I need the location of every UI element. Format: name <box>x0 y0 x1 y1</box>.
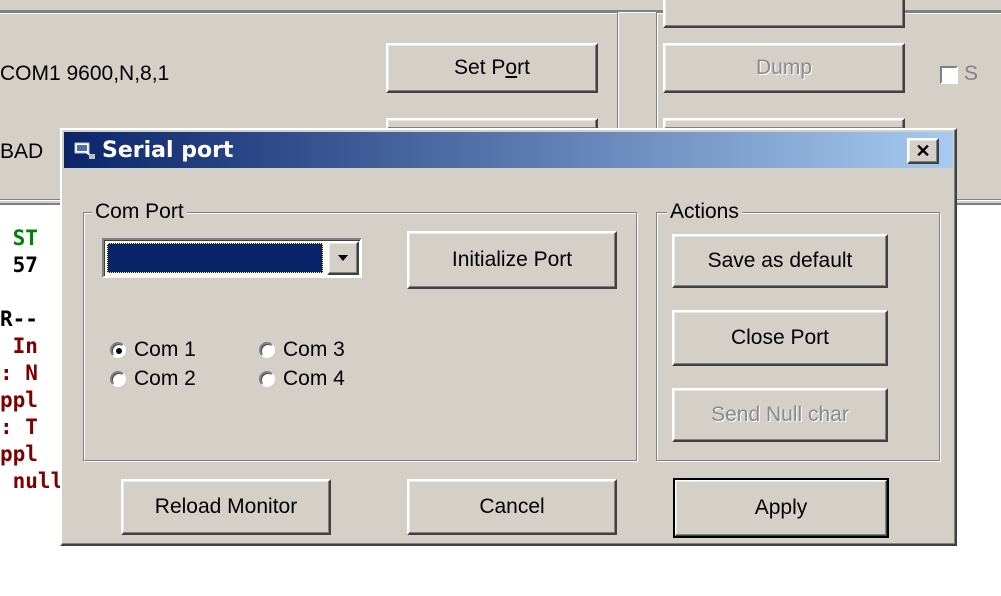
dialog-title: Serial port <box>102 137 234 163</box>
set-port-label: Set Port <box>454 56 530 79</box>
radio-com2[interactable]: Com 2 <box>110 367 196 391</box>
chevron-down-icon <box>338 255 348 261</box>
radio-com2-label: Com 2 <box>134 367 196 390</box>
radio-com4[interactable]: Com 4 <box>259 367 345 391</box>
dump-button: Dump <box>663 43 905 93</box>
radio-com3-circle[interactable] <box>259 342 275 358</box>
close-icon: ✕ <box>915 141 931 161</box>
com-port-combobox[interactable] <box>102 238 362 278</box>
apply-button[interactable]: Apply <box>673 478 889 538</box>
partial-checkbox-label: S <box>964 62 979 85</box>
cancel-button[interactable]: Cancel <box>407 479 617 535</box>
save-as-default-button[interactable]: Save as default <box>672 234 888 288</box>
partial-checkbox[interactable] <box>940 66 958 84</box>
serial-port-dialog: Serial port ✕ Com Port Com 1 Com 3 Com 2 <box>60 128 957 546</box>
radio-com1-circle[interactable] <box>110 342 126 358</box>
status-text-partial: BAD <box>0 140 44 163</box>
combobox-dropdown-button[interactable] <box>327 241 359 275</box>
radio-com4-label: Com 4 <box>283 367 345 390</box>
com-port-group-label: Com Port <box>92 200 187 224</box>
radio-com2-circle[interactable] <box>110 371 126 387</box>
port-settings-text: COM1 9600,N,8,1 <box>0 62 170 85</box>
close-port-button[interactable]: Close Port <box>672 310 888 366</box>
radio-com4-circle[interactable] <box>259 371 275 387</box>
actions-group-label: Actions <box>667 200 742 224</box>
radio-com3[interactable]: Com 3 <box>259 338 345 362</box>
top-partial-button[interactable] <box>663 0 905 28</box>
serial-port-app-icon <box>74 140 96 160</box>
dialog-close-button[interactable]: ✕ <box>907 138 939 164</box>
radio-com1-label: Com 1 <box>134 338 196 361</box>
radio-com3-label: Com 3 <box>283 338 345 361</box>
set-port-button[interactable]: Set Port <box>386 43 598 93</box>
com-port-selected-value <box>107 243 323 273</box>
initialize-port-button[interactable]: Initialize Port <box>407 231 617 289</box>
dialog-title-bar: Serial port <box>64 132 953 168</box>
radio-com1[interactable]: Com 1 <box>110 338 196 362</box>
send-null-char-button: Send Null char <box>672 388 888 442</box>
reload-monitor-button[interactable]: Reload Monitor <box>121 479 331 535</box>
